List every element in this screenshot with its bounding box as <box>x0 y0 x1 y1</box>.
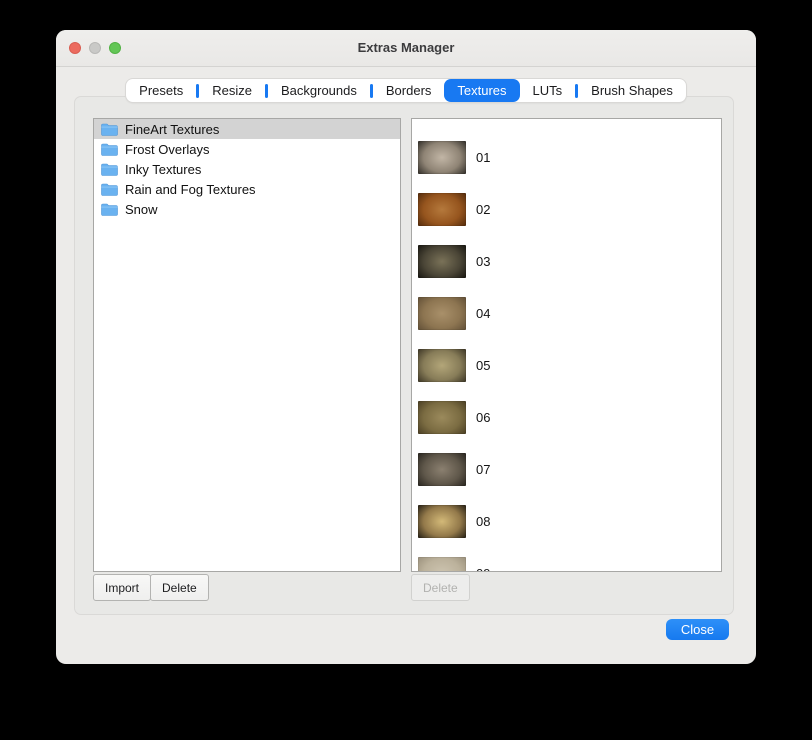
texture-thumbnail[interactable] <box>418 505 466 538</box>
folder-button-row: Import Delete <box>93 574 209 601</box>
window-title: Extras Manager <box>56 30 756 66</box>
tab-borders[interactable]: Borders <box>373 79 445 102</box>
texture-label: 01 <box>476 150 490 165</box>
texture-row[interactable]: 02 <box>412 183 721 235</box>
texture-thumbnail[interactable] <box>418 193 466 226</box>
texture-row[interactable]: 05 <box>412 339 721 391</box>
texture-thumbnail[interactable] <box>418 245 466 278</box>
texture-label: 05 <box>476 358 490 373</box>
tab-resize[interactable]: Resize <box>199 79 265 102</box>
folder-row[interactable]: Snow <box>94 199 400 219</box>
folder-label: Snow <box>125 202 158 217</box>
traffic-lights <box>69 42 121 54</box>
tab-bar: PresetsResizeBackgroundsBordersTexturesL… <box>126 79 686 102</box>
delete-folder-button[interactable]: Delete <box>150 574 209 601</box>
texture-label: 03 <box>476 254 490 269</box>
close-button[interactable]: Close <box>666 619 729 640</box>
texture-label: 02 <box>476 202 490 217</box>
tab-brush-shapes[interactable]: Brush Shapes <box>578 79 686 102</box>
folder-label: Rain and Fog Textures <box>125 182 256 197</box>
folder-icon <box>101 203 118 216</box>
folder-list[interactable]: FineArt Textures Frost Overlays Inky Textu… <box>93 118 401 572</box>
texture-row[interactable]: 04 <box>412 287 721 339</box>
folder-icon <box>101 183 118 196</box>
texture-list[interactable]: 01 02 03 04 05 06 07 08 09 <box>411 118 722 572</box>
tab-bar-wrap: PresetsResizeBackgroundsBordersTexturesL… <box>56 79 756 102</box>
tab-backgrounds[interactable]: Backgrounds <box>268 79 370 102</box>
tab-luts[interactable]: LUTs <box>520 79 576 102</box>
folder-icon <box>101 123 118 136</box>
zoom-window-button[interactable] <box>109 42 121 54</box>
texture-thumbnail[interactable] <box>418 557 466 573</box>
texture-row[interactable]: 07 <box>412 443 721 495</box>
texture-label: 09 <box>476 566 490 573</box>
texture-button-row: Delete <box>411 574 470 601</box>
title-bar: Extras Manager <box>56 30 756 67</box>
minimize-window-button <box>89 42 101 54</box>
tab-presets[interactable]: Presets <box>126 79 196 102</box>
texture-thumbnail[interactable] <box>418 349 466 382</box>
folder-row[interactable]: Rain and Fog Textures <box>94 179 400 199</box>
folder-label: Frost Overlays <box>125 142 210 157</box>
texture-label: 07 <box>476 462 490 477</box>
import-button[interactable]: Import <box>93 574 151 601</box>
texture-label: 08 <box>476 514 490 529</box>
texture-row[interactable]: 09 <box>412 547 721 572</box>
folder-row[interactable]: Frost Overlays <box>94 139 400 159</box>
folder-label: FineArt Textures <box>125 122 219 137</box>
folder-icon <box>101 163 118 176</box>
texture-row[interactable]: 08 <box>412 495 721 547</box>
folder-label: Inky Textures <box>125 162 201 177</box>
texture-row[interactable]: 03 <box>412 235 721 287</box>
texture-label: 06 <box>476 410 490 425</box>
close-window-button[interactable] <box>69 42 81 54</box>
tab-textures[interactable]: Textures <box>444 79 519 102</box>
texture-row[interactable]: 06 <box>412 391 721 443</box>
extras-manager-window: Extras Manager PresetsResizeBackgroundsB… <box>56 30 756 664</box>
folder-icon <box>101 143 118 156</box>
folder-row[interactable]: Inky Textures <box>94 159 400 179</box>
texture-thumbnail[interactable] <box>418 141 466 174</box>
folder-row[interactable]: FineArt Textures <box>94 119 400 139</box>
content-panel: FineArt Textures Frost Overlays Inky Textu… <box>74 96 734 615</box>
delete-texture-button: Delete <box>411 574 470 601</box>
texture-label: 04 <box>476 306 490 321</box>
texture-row[interactable]: 01 <box>412 131 721 183</box>
texture-thumbnail[interactable] <box>418 453 466 486</box>
texture-thumbnail[interactable] <box>418 401 466 434</box>
texture-thumbnail[interactable] <box>418 297 466 330</box>
